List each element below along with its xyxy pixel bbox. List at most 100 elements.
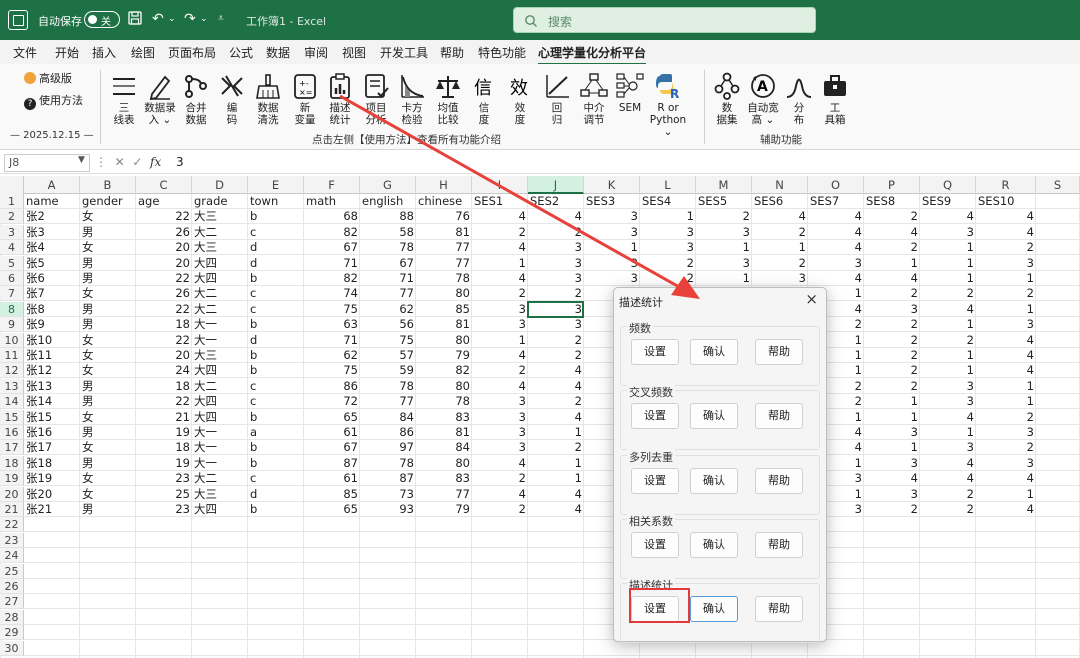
cell-E20[interactable]: d xyxy=(248,487,304,502)
cell-B14[interactable]: 男 xyxy=(80,394,136,409)
cell-P4[interactable]: 2 xyxy=(864,240,920,255)
cell-D4[interactable]: 大三 xyxy=(192,240,248,255)
column-header-L[interactable]: L xyxy=(640,176,696,194)
cell-A18[interactable]: 张18 xyxy=(24,456,80,471)
cell-Q4[interactable]: 1 xyxy=(920,240,976,255)
cell-P12[interactable]: 2 xyxy=(864,363,920,378)
cell-G15[interactable]: 84 xyxy=(360,410,416,425)
cell-P6[interactable]: 4 xyxy=(864,271,920,286)
cell-R17[interactable]: 2 xyxy=(976,440,1036,455)
cell-J21[interactable]: 4 xyxy=(528,502,584,517)
cell-P17[interactable]: 1 xyxy=(864,440,920,455)
settings-button[interactable]: 设置 xyxy=(631,468,679,494)
cell-F6[interactable]: 82 xyxy=(304,271,360,286)
cell-C4[interactable]: 20 xyxy=(136,240,192,255)
cell-C3[interactable]: 26 xyxy=(136,225,192,240)
cell-Q17[interactable]: 3 xyxy=(920,440,976,455)
customize-toolbar-icon[interactable]: ⩡ xyxy=(218,11,224,27)
ribbon-button-18[interactable]: 分布 xyxy=(779,72,819,126)
cell-B5[interactable]: 男 xyxy=(80,256,136,271)
cell-D11[interactable]: 大三 xyxy=(192,348,248,363)
cell-J5[interactable]: 3 xyxy=(528,256,584,271)
cell-Q9[interactable]: 1 xyxy=(920,317,976,332)
row-header-28[interactable]: 28 xyxy=(0,609,24,625)
cell-F3[interactable]: 82 xyxy=(304,225,360,240)
help-button[interactable]: 帮助 xyxy=(755,596,803,622)
cell-F21[interactable]: 65 xyxy=(304,502,360,517)
cell-P7[interactable]: 2 xyxy=(864,286,920,301)
cell-B3[interactable]: 男 xyxy=(80,225,136,240)
column-header-I[interactable]: I xyxy=(472,176,528,194)
cell-B17[interactable]: 女 xyxy=(80,440,136,455)
row-header-3[interactable]: 3 xyxy=(0,224,24,240)
cell-H20[interactable]: 77 xyxy=(416,487,472,502)
cell-G20[interactable]: 73 xyxy=(360,487,416,502)
cell-R18[interactable]: 3 xyxy=(976,456,1036,471)
cell-C20[interactable]: 25 xyxy=(136,487,192,502)
cell-J16[interactable]: 1 xyxy=(528,425,584,440)
cell-F11[interactable]: 62 xyxy=(304,348,360,363)
row-header-5[interactable]: 5 xyxy=(0,255,24,271)
cell-G9[interactable]: 56 xyxy=(360,317,416,332)
cell-E14[interactable]: c xyxy=(248,394,304,409)
row-header-25[interactable]: 25 xyxy=(0,563,24,579)
cell-E19[interactable]: c xyxy=(248,471,304,486)
cell-B20[interactable]: 女 xyxy=(80,487,136,502)
cell-C6[interactable]: 22 xyxy=(136,271,192,286)
cell-G12[interactable]: 59 xyxy=(360,363,416,378)
cell-F5[interactable]: 71 xyxy=(304,256,360,271)
cell-D5[interactable]: 大四 xyxy=(192,256,248,271)
advanced-version-button[interactable]: 高级版 xyxy=(24,70,72,86)
cell-K5[interactable]: 3 xyxy=(584,256,640,271)
cell-R15[interactable]: 2 xyxy=(976,410,1036,425)
cell-R11[interactable]: 4 xyxy=(976,348,1036,363)
tab-8[interactable]: 视图 xyxy=(342,44,366,61)
cell-M5[interactable]: 3 xyxy=(696,256,752,271)
ribbon-button-16[interactable]: 数据集 xyxy=(707,72,747,126)
cell-G8[interactable]: 62 xyxy=(360,302,416,317)
cell-F18[interactable]: 87 xyxy=(304,456,360,471)
ribbon-button-0[interactable]: 三线表 xyxy=(104,72,144,126)
settings-button[interactable]: 设置 xyxy=(631,403,679,429)
column-header-J[interactable]: J xyxy=(528,176,584,194)
cell-H5[interactable]: 77 xyxy=(416,256,472,271)
cell-N1[interactable]: SES6 xyxy=(752,194,808,209)
cell-A2[interactable]: 张2 xyxy=(24,209,80,224)
cell-I18[interactable]: 4 xyxy=(472,456,528,471)
cell-R16[interactable]: 3 xyxy=(976,425,1036,440)
help-button[interactable]: 帮助 xyxy=(755,403,803,429)
cell-A17[interactable]: 张17 xyxy=(24,440,80,455)
confirm-button[interactable]: 确认 xyxy=(690,339,738,365)
cell-D21[interactable]: 大四 xyxy=(192,502,248,517)
cell-D8[interactable]: 大二 xyxy=(192,302,248,317)
cell-A12[interactable]: 张12 xyxy=(24,363,80,378)
row-header-14[interactable]: 14 xyxy=(0,394,24,410)
cell-N3[interactable]: 2 xyxy=(752,225,808,240)
cell-R8[interactable]: 1 xyxy=(976,302,1036,317)
row-header-1[interactable]: 1 xyxy=(0,194,24,209)
cell-I21[interactable]: 2 xyxy=(472,502,528,517)
save-icon[interactable] xyxy=(128,11,142,29)
cell-I5[interactable]: 1 xyxy=(472,256,528,271)
cell-J10[interactable]: 2 xyxy=(528,333,584,348)
cell-F20[interactable]: 85 xyxy=(304,487,360,502)
cell-A21[interactable]: 张21 xyxy=(24,502,80,517)
cell-B19[interactable]: 女 xyxy=(80,471,136,486)
cell-B4[interactable]: 女 xyxy=(80,240,136,255)
cell-G10[interactable]: 75 xyxy=(360,333,416,348)
cell-B16[interactable]: 男 xyxy=(80,425,136,440)
ribbon-button-11[interactable]: 效效度 xyxy=(500,72,540,126)
cell-H9[interactable]: 81 xyxy=(416,317,472,332)
cell-C16[interactable]: 19 xyxy=(136,425,192,440)
cell-A15[interactable]: 张15 xyxy=(24,410,80,425)
cell-G7[interactable]: 77 xyxy=(360,286,416,301)
cell-J3[interactable]: 2 xyxy=(528,225,584,240)
confirm-button[interactable]: 确认 xyxy=(690,596,738,622)
cell-P20[interactable]: 3 xyxy=(864,487,920,502)
ribbon-button-7[interactable]: 项目 分析 xyxy=(356,72,396,126)
spreadsheet-grid[interactable]: ABCDEFGHIJKLMNOPQRS 1 name gender age grade t… xyxy=(0,176,1080,658)
ribbon-button-19[interactable]: 工具箱 xyxy=(815,72,855,126)
cell-R13[interactable]: 1 xyxy=(976,379,1036,394)
cell-G4[interactable]: 78 xyxy=(360,240,416,255)
cell-G2[interactable]: 88 xyxy=(360,209,416,224)
